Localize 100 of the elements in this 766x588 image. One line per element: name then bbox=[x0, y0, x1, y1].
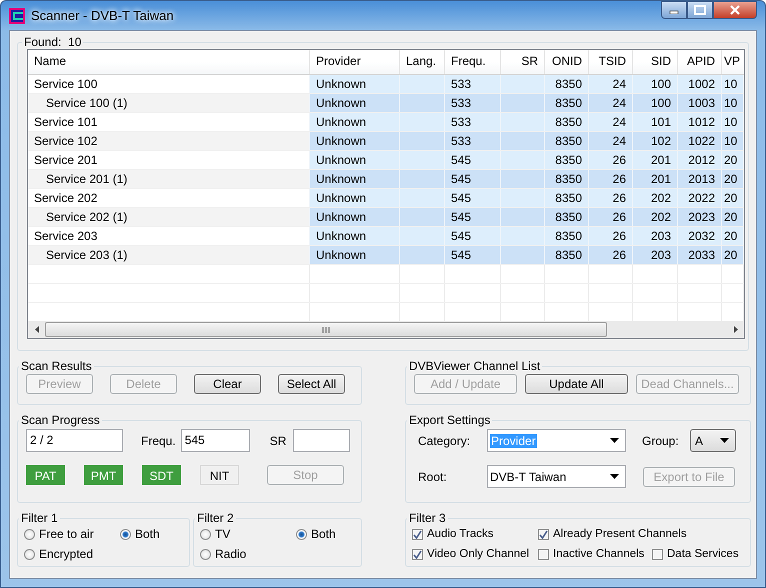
radio-option[interactable]: Encrypted bbox=[24, 546, 120, 562]
table-cell: 1022 bbox=[678, 132, 722, 150]
table-cell: 8350 bbox=[545, 132, 589, 150]
checkbox[interactable] bbox=[538, 528, 549, 540]
radio-option[interactable]: TV bbox=[200, 526, 296, 542]
table-cell: 26 bbox=[589, 227, 633, 245]
table-cell: Unknown bbox=[310, 246, 400, 264]
table-cell: 102 bbox=[633, 132, 678, 150]
table-cell: 533 bbox=[445, 94, 501, 112]
table-cell: 203 bbox=[633, 246, 678, 264]
sr-field[interactable] bbox=[293, 429, 350, 452]
close-button[interactable] bbox=[713, 1, 757, 19]
table-cell: Unknown bbox=[310, 113, 400, 131]
table-cell: 24 bbox=[589, 75, 633, 93]
table-cell: 26 bbox=[589, 246, 633, 264]
table-cell: 10 bbox=[722, 132, 744, 150]
group-title: Scan Progress bbox=[20, 413, 101, 427]
maximize-icon bbox=[694, 5, 706, 15]
table-cell: 545 bbox=[445, 151, 501, 169]
table-cell: 20 bbox=[722, 151, 744, 169]
column-header[interactable]: Provider bbox=[310, 50, 400, 74]
radio-option[interactable]: Both bbox=[296, 526, 355, 542]
group-title: Filter 1 bbox=[20, 511, 59, 525]
table-cell: 20 bbox=[722, 170, 744, 188]
checkmark-icon bbox=[413, 530, 422, 538]
table-indicator: NIT bbox=[200, 465, 239, 485]
radio-button[interactable] bbox=[120, 528, 131, 540]
radio-option[interactable]: Radio bbox=[200, 546, 296, 562]
column-header[interactable]: Lang. bbox=[400, 50, 445, 74]
found-label: Found: bbox=[24, 35, 62, 49]
scroll-right-icon bbox=[734, 326, 738, 333]
minimize-button[interactable] bbox=[661, 1, 687, 19]
table-cell: 10 bbox=[722, 113, 744, 131]
group-title: Filter 2 bbox=[196, 511, 235, 525]
table-cell: 26 bbox=[589, 189, 633, 207]
table-cell: 8350 bbox=[545, 246, 589, 264]
table-cell: 100 bbox=[633, 94, 678, 112]
category-label: Category: bbox=[418, 434, 472, 448]
radio-button[interactable] bbox=[24, 528, 35, 540]
scrollbar-thumb[interactable] bbox=[45, 322, 607, 337]
table-cell: 24 bbox=[589, 113, 633, 131]
table-cell: 545 bbox=[445, 208, 501, 226]
action-button[interactable]: Clear bbox=[194, 374, 261, 394]
table-cell: 10 bbox=[722, 94, 744, 112]
maximize-button[interactable] bbox=[687, 1, 713, 19]
checkbox[interactable] bbox=[538, 548, 549, 560]
dropdown-arrow-icon bbox=[610, 474, 619, 479]
checkbox[interactable] bbox=[412, 548, 423, 560]
horizontal-scrollbar[interactable] bbox=[28, 321, 744, 338]
checkbox[interactable] bbox=[652, 548, 663, 560]
root-dropdown[interactable]: DVB-T Taiwan bbox=[487, 465, 626, 488]
checkbox-option[interactable]: Already Present Channels bbox=[538, 526, 744, 542]
action-button[interactable]: Update All bbox=[525, 374, 628, 394]
column-header[interactable]: TSID bbox=[589, 50, 633, 74]
checkbox-option[interactable]: Video Only Channel bbox=[412, 546, 538, 562]
radio-option[interactable]: Free to air bbox=[24, 526, 120, 542]
dropdown-arrow-icon bbox=[720, 438, 729, 443]
frequency-field[interactable]: 545 bbox=[180, 429, 250, 452]
radio-button[interactable] bbox=[24, 548, 35, 560]
table-indicator: PMT bbox=[84, 465, 123, 485]
table-cell: Unknown bbox=[310, 189, 400, 207]
group-dropdown[interactable]: A bbox=[690, 429, 736, 452]
action-button[interactable]: Select All bbox=[278, 374, 345, 394]
column-header[interactable]: Frequ. bbox=[445, 50, 501, 74]
table-cell: 20 bbox=[722, 246, 744, 264]
table-cell: 8350 bbox=[545, 170, 589, 188]
column-header[interactable]: Name bbox=[28, 50, 310, 74]
table-cell: 26 bbox=[589, 208, 633, 226]
table-cell: 20 bbox=[722, 208, 744, 226]
column-header[interactable]: VP bbox=[722, 50, 744, 74]
checkbox-option[interactable]: Inactive Channels bbox=[538, 546, 652, 562]
radio-button[interactable] bbox=[200, 528, 211, 540]
table-cell: 1012 bbox=[678, 113, 722, 131]
close-icon bbox=[729, 5, 741, 15]
column-header[interactable]: SID bbox=[633, 50, 678, 74]
root-label: Root: bbox=[418, 470, 448, 484]
table-cell: 8350 bbox=[545, 189, 589, 207]
table-cell: Service 203 (1) bbox=[28, 246, 310, 264]
table-cell: 2013 bbox=[678, 170, 722, 188]
table-cell: 8350 bbox=[545, 75, 589, 93]
progress-field[interactable]: 2 / 2 bbox=[26, 429, 123, 452]
table-cell: 533 bbox=[445, 132, 501, 150]
checkbox[interactable] bbox=[412, 528, 423, 540]
column-header[interactable]: APID bbox=[678, 50, 722, 74]
checkbox-option[interactable]: Audio Tracks bbox=[412, 526, 538, 542]
column-header[interactable]: SR bbox=[501, 50, 545, 74]
table-cell: 545 bbox=[445, 170, 501, 188]
radio-option[interactable]: Both bbox=[120, 526, 183, 542]
radio-button[interactable] bbox=[200, 548, 211, 560]
column-header[interactable]: ONID bbox=[545, 50, 589, 74]
table-cell: 202 bbox=[633, 208, 678, 226]
radio-button[interactable] bbox=[296, 528, 307, 540]
table-cell: Unknown bbox=[310, 208, 400, 226]
table-cell: 545 bbox=[445, 189, 501, 207]
table-cell: 100 bbox=[633, 75, 678, 93]
table-cell: 202 bbox=[633, 189, 678, 207]
table-cell: 201 bbox=[633, 170, 678, 188]
checkbox-option[interactable]: Data Services bbox=[652, 546, 744, 562]
table-cell: 201 bbox=[633, 151, 678, 169]
table-cell: 24 bbox=[589, 132, 633, 150]
